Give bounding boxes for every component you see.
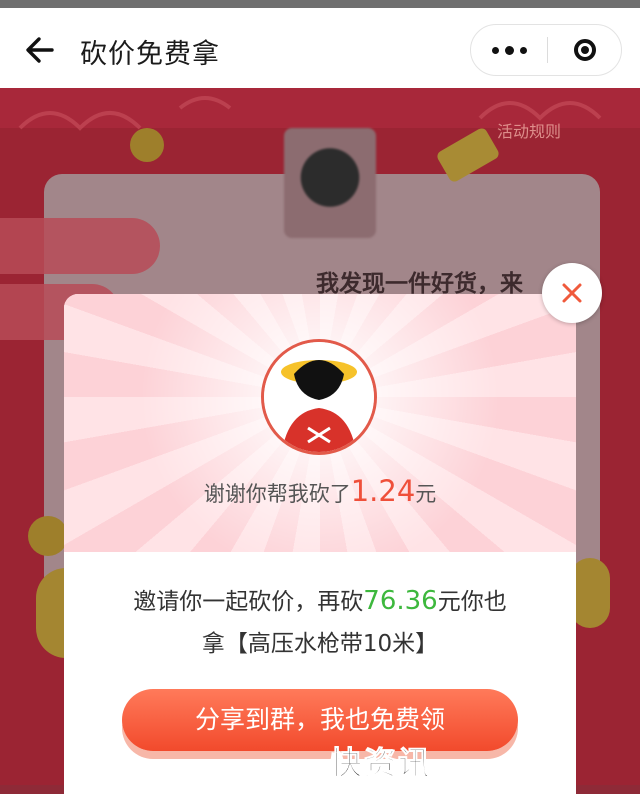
target-close-icon[interactable]	[548, 25, 622, 75]
status-bar	[0, 0, 640, 8]
thanks-prefix: 谢谢你帮我砍了	[203, 482, 351, 506]
page-title: 砍价免费拿	[80, 39, 220, 70]
share-text: 我发现一件好货，来	[316, 271, 523, 297]
bargain-success-popup: 谢谢你帮我砍了1.24元 邀请你一起砍价，再砍76.36元你也 拿【高压水枪带1…	[64, 294, 576, 794]
coin-decoration	[570, 558, 610, 628]
mini-program-capsule	[470, 24, 622, 76]
thanks-message: 谢谢你帮我砍了1.24元	[64, 474, 576, 508]
invite-product: 拿【高压水枪带10米】	[201, 631, 439, 657]
invite-amount: 76.36	[363, 586, 438, 616]
invite-prefix: 邀请你一起砍价，再砍	[133, 589, 364, 615]
close-x-icon[interactable]	[542, 263, 602, 323]
blurred-avatar	[284, 128, 376, 238]
share-to-group-button[interactable]: 分享到群，我也免费领	[122, 689, 518, 751]
invite-suffix: 元你也	[437, 589, 507, 615]
thanks-suffix: 元	[415, 482, 437, 506]
coin-decoration	[28, 516, 68, 556]
user-avatar	[261, 339, 377, 455]
back-arrow-icon[interactable]	[24, 34, 56, 66]
watermark-text: 快资讯	[329, 744, 433, 783]
coin-decoration	[130, 128, 164, 162]
more-dots-icon[interactable]	[471, 25, 547, 75]
bargain-ticker	[0, 218, 160, 274]
thanks-amount: 1.24	[350, 474, 416, 508]
rules-link[interactable]: 活动规则	[497, 118, 561, 142]
nav-bar: 砍价免费拿	[0, 8, 640, 88]
invite-message: 邀请你一起砍价，再砍76.36元你也 拿【高压水枪带10米】	[102, 580, 538, 665]
